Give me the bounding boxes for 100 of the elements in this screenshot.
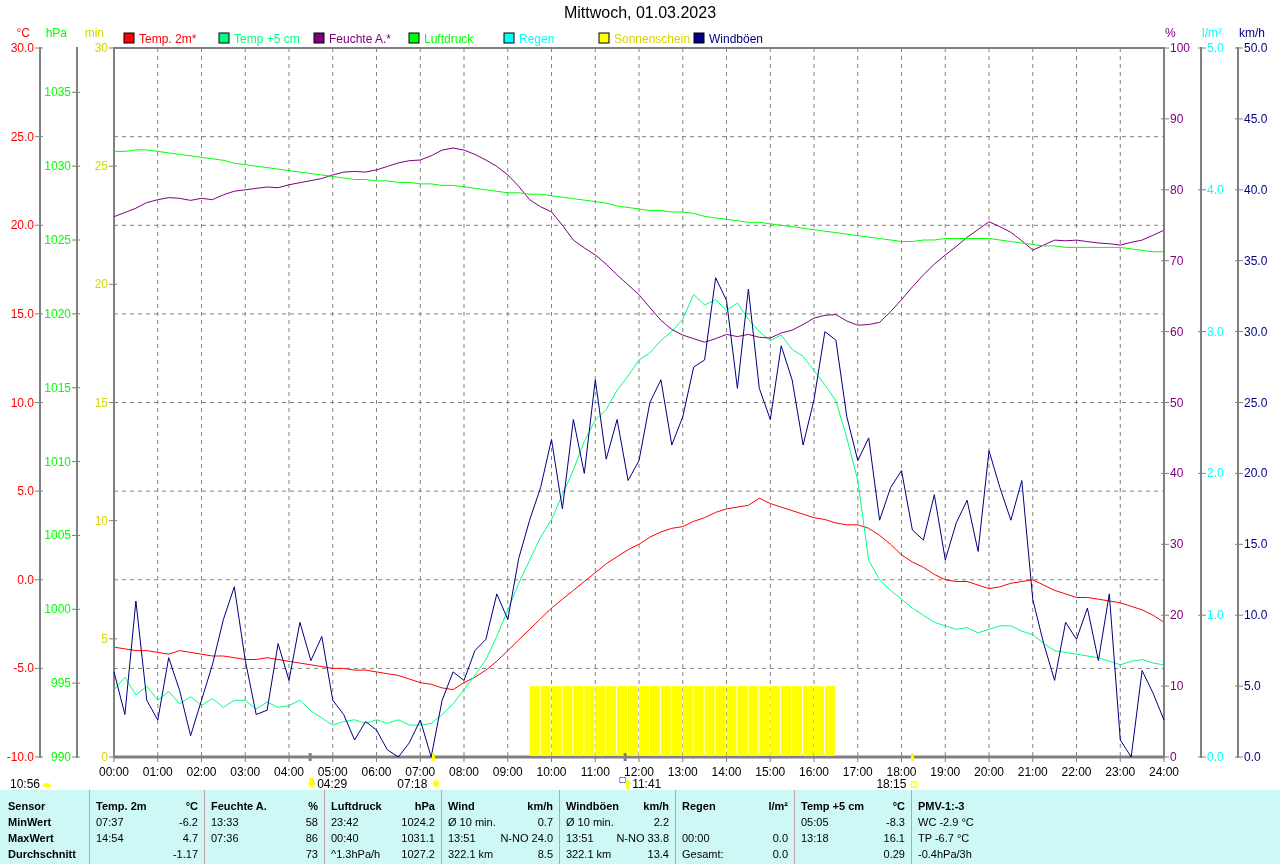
axis-tick-label: 22:00: [1061, 765, 1092, 779]
axis-tick-label: 19:00: [930, 765, 961, 779]
axis-tick-label: 25.0: [1244, 395, 1268, 410]
axis-tick-label: 02:00: [186, 765, 217, 779]
table-cell: 86: [305, 831, 318, 845]
axis-tick-label: 10: [1170, 679, 1184, 694]
table-cell: ^1.3hPa/h: [331, 847, 381, 861]
axis-tick-label: 16:00: [799, 765, 829, 779]
axis-tick-label: 0.0: [17, 572, 34, 587]
column-header: Temp. 2m: [96, 799, 147, 813]
axis-tick-label: 14:00: [711, 765, 742, 779]
axis-tick-label: 30: [94, 41, 108, 55]
axis-tick-label: 15:00: [755, 765, 786, 779]
time-marker-line: [910, 753, 914, 761]
day-length-label: 10:56: [10, 777, 41, 790]
axis-tick-label: 12:00: [624, 765, 654, 779]
axis-tick-label: 0: [1170, 750, 1177, 764]
axis-tick-label: 5.0: [1207, 41, 1224, 55]
axis-unit-label: °C: [16, 26, 30, 40]
axis-tick-label: 06:00: [361, 765, 392, 779]
row-label: MaxWert: [8, 831, 54, 845]
axis-tick-label: 990: [50, 750, 71, 764]
axis-tick-label: 1025: [44, 233, 71, 247]
axis-tick-label: 15.0: [10, 306, 34, 321]
legend-label: Feuchte A.*: [329, 32, 392, 46]
table-cell: 00:40: [331, 831, 359, 845]
axis-tick-label: 20.0: [1244, 466, 1268, 481]
table-cell: 4.7: [182, 831, 198, 845]
axis-tick-label: 5.0: [17, 484, 34, 499]
axis-tick-label: 20: [94, 277, 108, 292]
axis-tick-label: 30.0: [10, 41, 34, 55]
unit-label: km/h: [527, 799, 553, 813]
table-cell: 0.29: [883, 847, 905, 861]
axis-tick-label: 3.0: [1207, 324, 1224, 339]
axis-tick-label: 23:00: [1105, 765, 1136, 779]
row-label: Durchschnitt: [8, 847, 76, 861]
column-header: Sensor: [8, 799, 46, 813]
marker-time-label: 11:41: [632, 777, 662, 790]
legend-label: Luftdruck: [424, 32, 474, 46]
axis-tick-label: -5.0: [13, 661, 34, 676]
table-cell: -8.3: [886, 815, 905, 829]
axis-tick-label: 5.0: [1244, 679, 1261, 694]
axis-tick-label: -10.0: [6, 750, 34, 764]
axis-tick-label: 1010: [44, 454, 71, 469]
table-cell: 0.7: [537, 815, 553, 829]
table-cell: -0.4hPa/3h: [918, 847, 972, 861]
axis-tick-label: 0: [101, 750, 108, 764]
axis-tick-label: 80: [1170, 182, 1184, 197]
table-cell: 0.0: [772, 831, 788, 845]
axis-tick-label: 1035: [44, 85, 71, 100]
time-marker-line: [308, 753, 312, 761]
table-cell: 13.4: [647, 847, 669, 861]
marker-time-label: 04:29: [317, 777, 348, 790]
arrow-down-icon: [307, 778, 317, 788]
axis-tick-label: 70: [1170, 253, 1184, 268]
table-cell: 322.1 km: [448, 847, 494, 861]
column-header: PMV-1:-3: [918, 799, 965, 813]
axis-tick-label: 17:00: [842, 765, 873, 779]
axis-tick-label: 90: [1170, 111, 1184, 126]
table-cell: 07:37: [96, 815, 124, 829]
table-cell: Ø 10 min.: [448, 815, 496, 829]
axis-tick-label: 25.0: [10, 129, 34, 144]
table-cell: TP -6.7 °C: [918, 831, 970, 845]
table-cell: 1027.2: [401, 847, 435, 861]
table-cell: 14:54: [96, 831, 124, 845]
legend-label: Regen: [519, 32, 555, 46]
axis-tick-label: 25: [94, 159, 108, 174]
unit-label: km/h: [643, 799, 669, 813]
legend-label: Windböen: [709, 32, 764, 46]
axis-tick-label: 15: [94, 395, 108, 410]
column-header: Feuchte A.: [211, 799, 267, 813]
axis-tick-label: 1.0: [1207, 608, 1224, 623]
axis-tick-label: 4.0: [1207, 182, 1224, 197]
axis-tick-label: 05:00: [317, 765, 348, 779]
axis-tick-label: 24:00: [1149, 765, 1179, 779]
axis-tick-label: 45.0: [1244, 111, 1268, 126]
marker-time-label: 07:18: [397, 777, 428, 790]
axis-tick-label: 1020: [44, 306, 71, 321]
table-cell: 13:18: [801, 831, 829, 845]
unit-label: °C: [892, 799, 905, 813]
axis-tick-label: 40: [1170, 466, 1184, 481]
table-cell: 58: [305, 815, 318, 829]
table-cell: 13:51: [566, 831, 594, 845]
axis-tick-label: 0.0: [1244, 750, 1261, 764]
axis-unit-label: hPa: [45, 26, 67, 40]
table-cell: -6.2: [179, 815, 198, 829]
axis-tick-label: 60: [1170, 324, 1184, 339]
axis-tick-label: 11:00: [580, 765, 610, 779]
table-cell: 16.1: [883, 831, 905, 845]
axis-tick-label: 20:00: [974, 765, 1004, 779]
legend-label: Temp. 2m*: [139, 32, 197, 46]
table-cell: Gesamt:: [682, 847, 724, 861]
axis-tick-label: 21:00: [1017, 765, 1048, 779]
time-marker-line: [623, 753, 627, 761]
axis-tick-label: 09:00: [492, 765, 523, 779]
axis-tick-label: 0.0: [1207, 750, 1224, 764]
arrow-up-icon: [619, 777, 632, 789]
column-header: Temp +5 cm: [801, 799, 865, 813]
table-cell: 0.0: [772, 847, 788, 861]
legend-label: Temp +5 cm: [234, 32, 300, 46]
